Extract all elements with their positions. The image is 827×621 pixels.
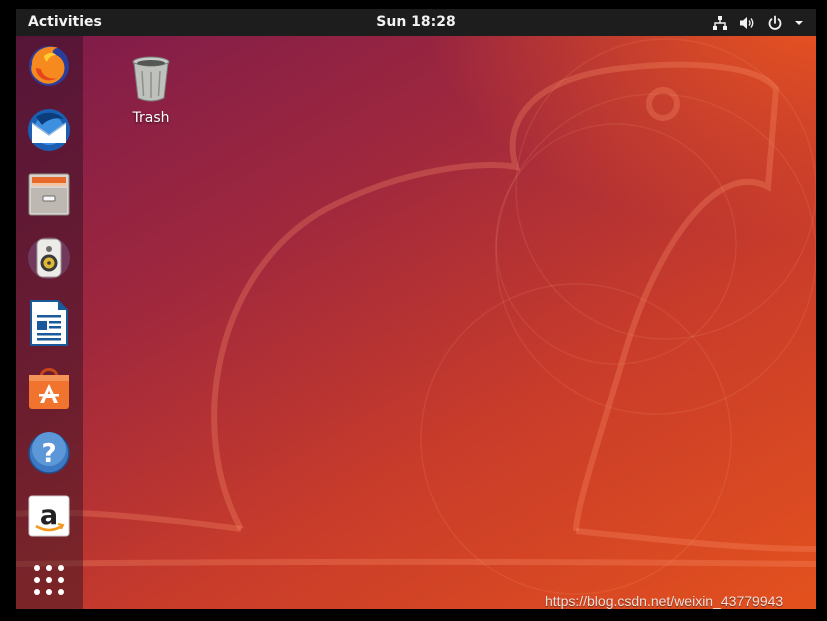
power-icon[interactable] (767, 15, 783, 31)
dock-item-rhythmbox[interactable] (25, 234, 73, 282)
rhythmbox-icon (28, 237, 70, 279)
trash-label: Trash (132, 110, 170, 126)
chevron-down-icon[interactable] (794, 15, 804, 31)
dock-item-libreoffice-writer[interactable] (25, 299, 73, 347)
system-tray[interactable] (712, 13, 804, 33)
dock-item-help[interactable]: ? (25, 429, 73, 477)
writer-icon (30, 300, 68, 346)
dock-item-firefox[interactable] (25, 41, 73, 89)
watermark-text: https://blog.csdn.net/weixin_43779943 (545, 593, 784, 609)
svg-text:a: a (40, 500, 58, 531)
volume-icon[interactable] (739, 15, 756, 31)
top-bar: Activities Sun 18:28 (16, 9, 816, 36)
trash-icon (132, 56, 170, 102)
help-icon: ? (28, 432, 70, 474)
thunderbird-icon (28, 109, 70, 151)
desktop-screen: Activities Sun 18:28 ? a Trash (16, 9, 816, 609)
dock-item-amazon[interactable]: a (25, 492, 73, 540)
desktop-trash[interactable]: Trash (121, 54, 181, 126)
dock: ? a (16, 36, 83, 609)
dock-item-ubuntu-software[interactable] (25, 364, 73, 412)
firefox-icon (29, 46, 69, 86)
amazon-icon: a (28, 495, 70, 537)
clock[interactable]: Sun 18:28 (16, 14, 816, 30)
files-icon (28, 173, 70, 216)
app-grid-icon (34, 565, 64, 595)
software-icon (29, 368, 69, 409)
svg-text:?: ? (41, 439, 56, 469)
show-applications-button[interactable] (25, 556, 73, 604)
dock-item-files[interactable] (25, 170, 73, 218)
dock-item-thunderbird[interactable] (25, 106, 73, 154)
network-icon[interactable] (712, 15, 728, 31)
